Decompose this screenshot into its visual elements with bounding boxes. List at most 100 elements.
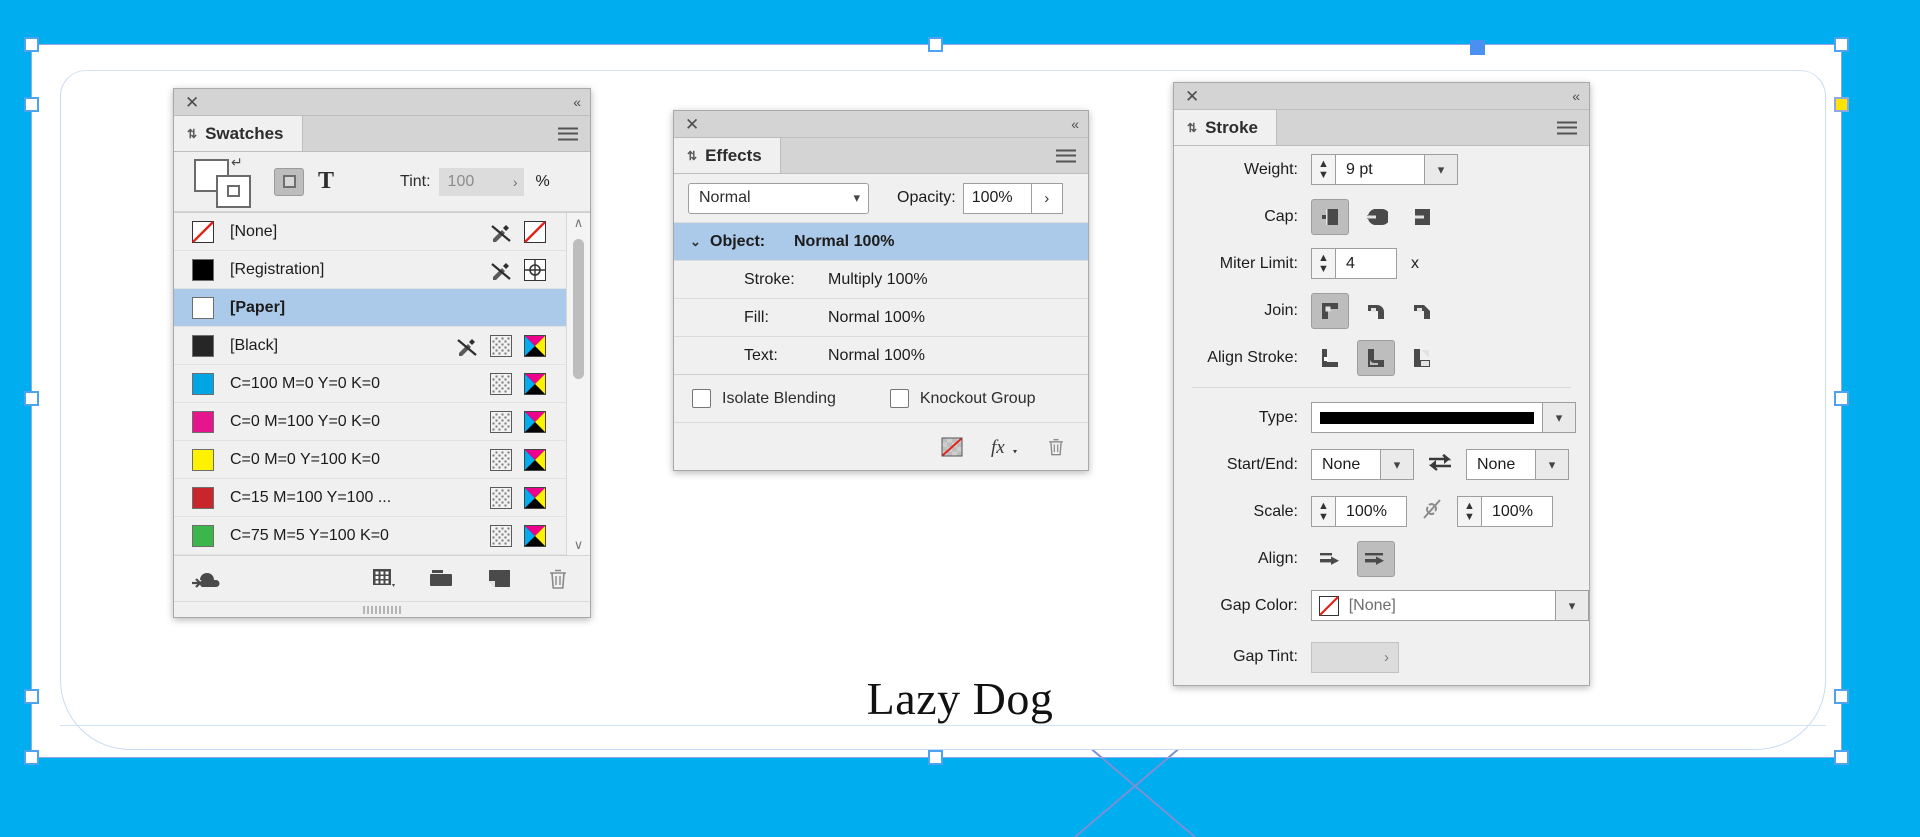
scroll-down-icon[interactable]: ∨ xyxy=(574,535,584,555)
swap-fill-stroke-icon[interactable]: ↵ xyxy=(231,154,243,171)
gap-color-dropdown[interactable]: ▾ xyxy=(1556,590,1589,621)
format-affects-container-button[interactable] xyxy=(274,167,304,196)
swatch-row[interactable]: C=0 M=100 Y=0 K=0 xyxy=(174,403,590,441)
pen-nib-icon[interactable] xyxy=(490,221,512,243)
canvas-text-lazy-dog[interactable]: Lazy Dog xyxy=(0,672,1920,725)
scrollbar-thumb[interactable] xyxy=(573,239,584,379)
knockout-group-checkbox[interactable] xyxy=(889,389,909,408)
scale-end-stepper[interactable]: ▲ ▼ xyxy=(1457,496,1481,527)
selection-handle-top-right[interactable] xyxy=(1834,37,1849,52)
pen-nib-icon[interactable] xyxy=(490,259,512,281)
blend-mode-select[interactable]: Normal ▾ xyxy=(688,182,869,214)
bevel-join-button[interactable] xyxy=(1403,293,1441,329)
text-frame-port-handle[interactable] xyxy=(1470,40,1485,55)
weight-dropdown-button[interactable]: ▾ xyxy=(1425,154,1458,185)
selection-handle-bottom-left[interactable] xyxy=(24,750,39,765)
scale-end-input[interactable]: 100% xyxy=(1481,496,1553,527)
miter-stepper[interactable]: ▲ ▼ xyxy=(1311,248,1335,279)
panel-menu-icon[interactable] xyxy=(558,127,578,140)
selection-handle-top-left[interactable] xyxy=(24,37,39,52)
effect-row[interactable]: Text: Normal 100% xyxy=(674,336,1088,374)
close-icon[interactable]: ✕ xyxy=(1185,88,1199,105)
fill-proxy-swatch[interactable] xyxy=(216,174,251,208)
round-join-button[interactable] xyxy=(1357,293,1395,329)
tab-stroke[interactable]: ⇅ Stroke xyxy=(1174,110,1277,145)
pen-nib-icon[interactable] xyxy=(456,335,478,357)
collapse-icon[interactable]: « xyxy=(1572,88,1580,104)
selection-handle-left-middle[interactable] xyxy=(24,391,39,406)
collapse-icon[interactable]: « xyxy=(1071,116,1079,132)
swatch-row[interactable]: [Registration] xyxy=(174,251,590,289)
close-icon[interactable]: ✕ xyxy=(185,94,199,111)
cc-libraries-icon[interactable] xyxy=(192,566,220,592)
new-swatch-icon[interactable] xyxy=(486,566,514,592)
stroke-type-dropdown[interactable]: ▾ xyxy=(1543,402,1576,433)
effect-row[interactable]: ⌄ Object: Normal 100% xyxy=(674,222,1088,260)
opacity-slider-button[interactable]: › xyxy=(1031,182,1063,214)
new-color-group-icon[interactable] xyxy=(370,566,398,592)
projecting-cap-button[interactable] xyxy=(1403,199,1441,235)
tab-swatches[interactable]: ⇅ Swatches xyxy=(174,116,303,151)
isolate-blending-checkbox[interactable] xyxy=(692,389,711,408)
close-icon[interactable]: ✕ xyxy=(685,116,699,133)
butt-cap-button[interactable] xyxy=(1311,198,1349,235)
swatch-row[interactable]: [None] xyxy=(174,213,590,251)
start-arrow-value[interactable]: None xyxy=(1311,449,1381,480)
fill-stroke-proxy[interactable]: ↵ xyxy=(194,154,252,208)
swatches-panel[interactable]: ✕ « ⇅ Swatches ↵ T Tint: 100 › % [None][… xyxy=(173,88,591,618)
end-arrow-value[interactable]: None xyxy=(1466,449,1536,480)
stroke-type-preview[interactable] xyxy=(1311,402,1543,433)
stroke-panel[interactable]: ✕ « ⇅ Stroke Weight: ▲ ▼ 9 pt ▾ Cap: Mit… xyxy=(1173,82,1590,686)
swatch-row[interactable]: C=100 M=0 Y=0 K=0 xyxy=(174,365,590,403)
effect-row[interactable]: Fill: Normal 100% xyxy=(674,298,1088,336)
collapse-icon[interactable]: « xyxy=(573,94,581,110)
gap-color-value-box[interactable]: [None] xyxy=(1310,590,1557,621)
selection-handle-bottom-right[interactable] xyxy=(1834,750,1849,765)
delete-effect-icon[interactable] xyxy=(1044,435,1068,459)
swatch-row[interactable]: [Black] xyxy=(174,327,590,365)
tab-effects[interactable]: ⇅ Effects xyxy=(674,138,781,173)
align-arrow-extend-button[interactable] xyxy=(1311,541,1349,577)
scale-start-stepper[interactable]: ▲ ▼ xyxy=(1311,496,1335,527)
tint-input[interactable]: 100 › xyxy=(438,167,524,196)
scroll-up-icon[interactable]: ∧ xyxy=(574,213,584,233)
new-swatch-group-icon[interactable] xyxy=(428,566,456,592)
scrollbar-track[interactable] xyxy=(567,233,590,535)
swatches-list[interactable]: [None] [Registration] [Paper] [Black] C=100 … xyxy=(174,212,590,555)
swatch-row[interactable]: C=75 M=5 Y=100 K=0 xyxy=(174,517,590,555)
align-arrow-to-end-button[interactable] xyxy=(1357,540,1395,577)
corner-radius-handle[interactable] xyxy=(1834,97,1849,112)
fx-icon[interactable]: fx xyxy=(990,434,1018,460)
swatch-row[interactable]: C=15 M=100 Y=100 ... xyxy=(174,479,590,517)
effects-panel[interactable]: ✕ « ⇅ Effects Normal ▾ Opacity: 100% › ⌄… xyxy=(673,110,1089,471)
selection-handle-right-middle[interactable] xyxy=(1834,391,1849,406)
scale-start-input[interactable]: 100% xyxy=(1335,496,1407,527)
align-stroke-outside-button[interactable] xyxy=(1403,340,1441,376)
swatches-titlebar[interactable]: ✕ « xyxy=(174,89,590,116)
selection-handle-left-upper[interactable] xyxy=(24,97,39,112)
opacity-input[interactable]: 100% xyxy=(962,182,1032,214)
end-arrow-dropdown[interactable]: ▾ xyxy=(1536,449,1569,480)
weight-input[interactable]: 9 pt xyxy=(1335,154,1425,185)
knockout-group-option[interactable]: Knockout Group xyxy=(889,389,1035,408)
chevron-right-icon[interactable]: › xyxy=(513,174,518,190)
link-broken-icon[interactable] xyxy=(1421,497,1443,526)
panel-resize-grip[interactable] xyxy=(174,601,590,617)
round-cap-button[interactable] xyxy=(1357,199,1395,235)
stroke-titlebar[interactable]: ✕ « xyxy=(1174,83,1589,110)
panel-menu-icon[interactable] xyxy=(1557,121,1577,134)
swatch-row[interactable]: C=0 M=0 Y=100 K=0 xyxy=(174,441,590,479)
swatch-row[interactable]: [Paper] xyxy=(174,289,590,327)
selection-handle-top-center[interactable] xyxy=(928,37,943,52)
selection-handle-right-lower[interactable] xyxy=(1834,689,1849,704)
selection-handle-left-lower[interactable] xyxy=(24,689,39,704)
weight-stepper[interactable]: ▲ ▼ xyxy=(1311,154,1335,185)
align-stroke-inside-button[interactable] xyxy=(1357,339,1395,376)
clear-effects-icon[interactable] xyxy=(940,435,964,459)
effects-titlebar[interactable]: ✕ « xyxy=(674,111,1088,138)
panel-menu-icon[interactable] xyxy=(1056,149,1076,162)
swap-arrows-icon[interactable] xyxy=(1427,451,1453,478)
disclosure-triangle-icon[interactable]: ⌄ xyxy=(690,234,710,250)
miter-limit-input[interactable]: 4 xyxy=(1335,248,1397,279)
miter-join-button[interactable] xyxy=(1311,292,1349,329)
